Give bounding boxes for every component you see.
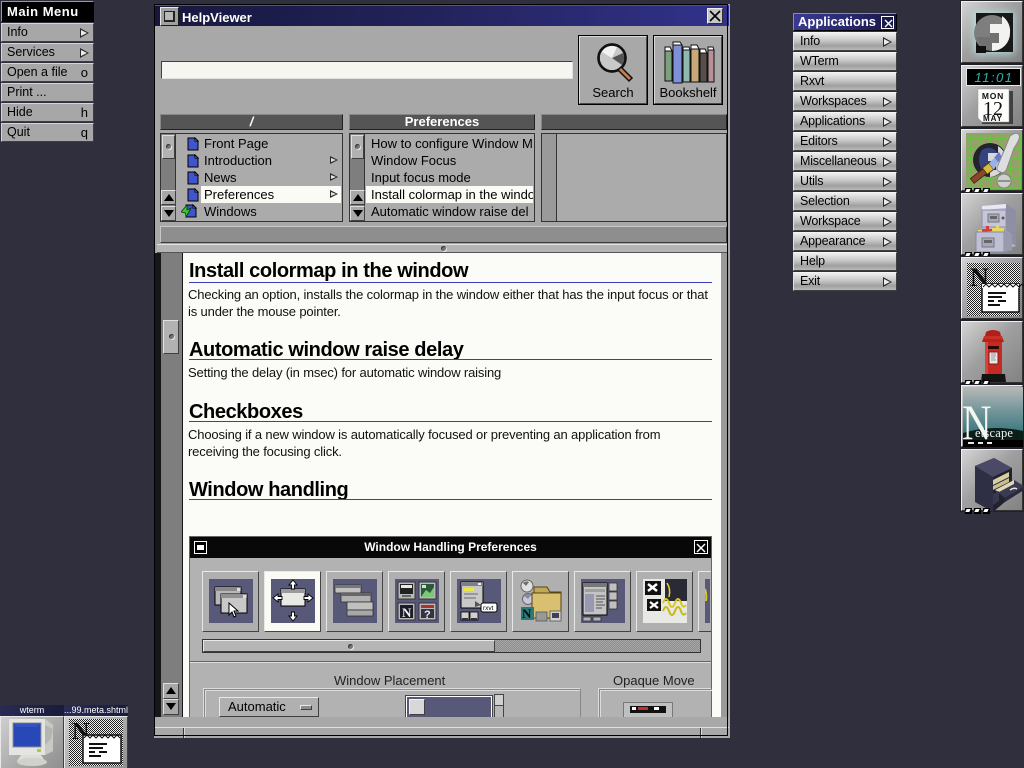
svg-text:N: N	[402, 605, 412, 620]
svg-text:rxvt: rxvt	[483, 605, 494, 612]
svg-text:N: N	[522, 606, 532, 621]
svg-text:11:01: 11:01	[974, 70, 1013, 85]
svg-text:MAY: MAY	[983, 114, 1003, 123]
svg-text:etscape: etscape	[975, 426, 1013, 440]
svg-text:?: ?	[424, 609, 431, 621]
